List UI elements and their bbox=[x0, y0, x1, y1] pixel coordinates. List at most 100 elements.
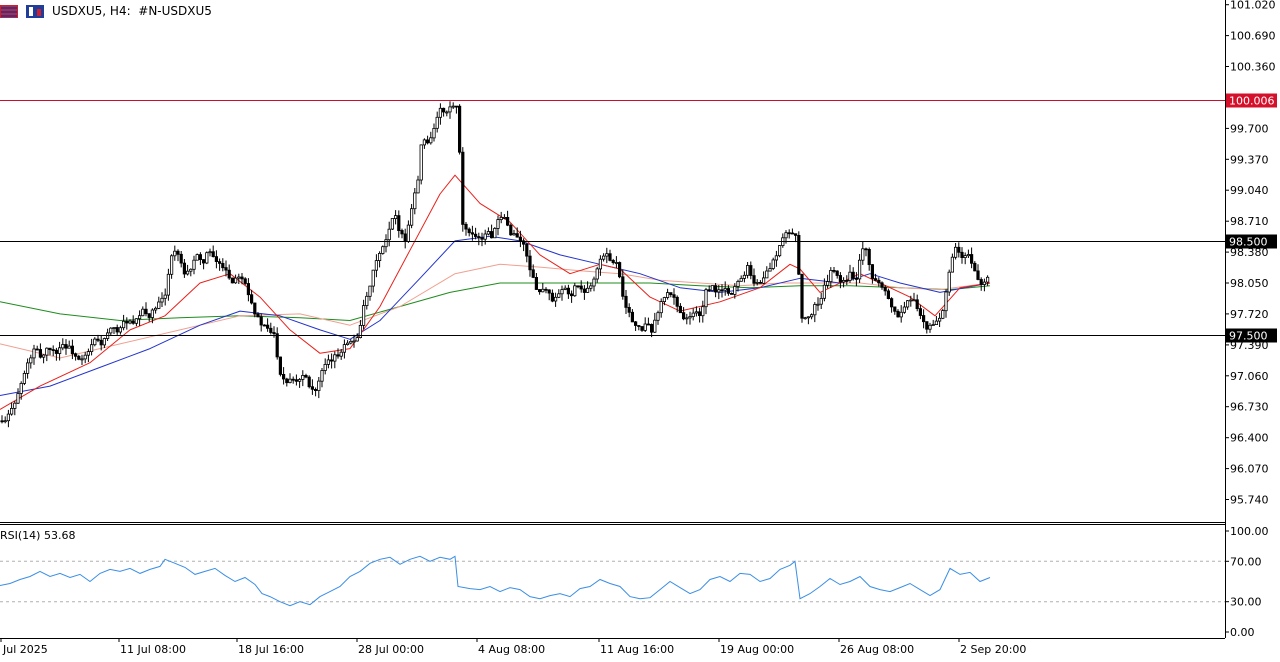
candle-body bbox=[393, 215, 398, 220]
candle-body bbox=[294, 379, 299, 382]
candle-body bbox=[387, 228, 391, 241]
rsi-tick-label: 30.00 bbox=[1230, 596, 1262, 609]
price-tick-label: 96.400 bbox=[1230, 432, 1269, 445]
candle-body bbox=[762, 277, 766, 284]
candle-body bbox=[240, 276, 244, 280]
candle-body bbox=[586, 287, 590, 293]
candle-body bbox=[538, 289, 542, 293]
chart-menu-icon[interactable] bbox=[0, 4, 18, 18]
candle-body bbox=[214, 256, 218, 263]
candle-body bbox=[886, 290, 891, 299]
candle-body bbox=[489, 231, 494, 239]
candle-body bbox=[99, 339, 103, 346]
candle-body bbox=[816, 303, 820, 306]
candle-body bbox=[435, 116, 439, 129]
candle-body bbox=[483, 233, 487, 240]
candle-body bbox=[368, 285, 372, 297]
candle-body bbox=[941, 310, 945, 319]
candle-body bbox=[736, 280, 740, 287]
trading-chart[interactable]: 100.006 98.500 97.500 RSI(14) 53.68 101.02… bbox=[0, 0, 1280, 658]
candle-body bbox=[976, 270, 980, 280]
candle-body bbox=[563, 287, 567, 290]
candle-body bbox=[374, 260, 379, 271]
candle-body bbox=[42, 354, 46, 358]
time-tick-label: 2 Sep 20:00 bbox=[960, 643, 1026, 656]
candle-body bbox=[566, 287, 571, 295]
candle-body bbox=[281, 373, 286, 380]
candle-body bbox=[163, 294, 167, 299]
candle-body bbox=[29, 357, 33, 364]
candle-body bbox=[189, 268, 193, 272]
candle-body bbox=[691, 312, 695, 318]
candle-body bbox=[822, 284, 827, 299]
candle-body bbox=[467, 228, 471, 234]
candle-body bbox=[630, 311, 635, 323]
candle-body bbox=[739, 277, 743, 282]
candle-body bbox=[893, 306, 897, 312]
candle-body bbox=[717, 289, 721, 293]
candle-body bbox=[80, 358, 84, 361]
candle-body bbox=[963, 255, 967, 259]
candle-body bbox=[518, 236, 523, 242]
candle-body bbox=[166, 273, 170, 296]
candle-body bbox=[125, 320, 129, 324]
candle-body bbox=[598, 258, 603, 270]
candle-body bbox=[195, 254, 199, 261]
time-tick-label: 28 Jul 00:00 bbox=[358, 643, 424, 656]
candle-body bbox=[176, 250, 180, 255]
candle-body bbox=[137, 315, 142, 320]
candle-body bbox=[25, 362, 30, 374]
candle-body bbox=[666, 292, 670, 298]
candle-body bbox=[32, 348, 36, 359]
candle-body bbox=[448, 106, 452, 113]
candle-body bbox=[224, 267, 228, 271]
chart-canvas[interactable]: 100.00698.50097.500 RSI(14) 53.68 101.02… bbox=[0, 0, 1280, 658]
candle-body bbox=[861, 248, 865, 261]
candle-body bbox=[160, 297, 164, 303]
candle-body bbox=[694, 311, 699, 314]
candle-body bbox=[205, 252, 209, 264]
candle-body bbox=[326, 359, 331, 365]
candle-body bbox=[733, 286, 737, 295]
candle-body bbox=[560, 289, 564, 295]
candle-body bbox=[688, 316, 692, 319]
candle-body bbox=[22, 372, 27, 384]
candle-body bbox=[9, 407, 14, 415]
candle-body bbox=[621, 276, 625, 297]
candle-body bbox=[58, 347, 62, 354]
candle-body bbox=[45, 347, 49, 356]
candle-body bbox=[182, 262, 186, 275]
price-tick-label: 99.700 bbox=[1230, 122, 1269, 135]
candle-body bbox=[848, 271, 852, 281]
candle-body bbox=[698, 311, 702, 316]
price-tick-label: 97.720 bbox=[1230, 308, 1269, 321]
candle-body bbox=[931, 324, 935, 326]
candle-body bbox=[774, 255, 779, 261]
candle-body bbox=[605, 253, 609, 257]
candle-body bbox=[701, 306, 705, 317]
candle-body bbox=[122, 320, 126, 329]
candle-body bbox=[230, 277, 234, 284]
candle-body bbox=[246, 283, 250, 296]
candle-body bbox=[67, 345, 71, 349]
candle-body bbox=[96, 338, 100, 341]
candle-body bbox=[707, 289, 711, 292]
candle-body bbox=[653, 319, 657, 333]
candle-body bbox=[227, 269, 231, 279]
candle-body bbox=[851, 271, 855, 279]
rsi-label: RSI(14) 53.68 bbox=[0, 529, 75, 542]
candle-body bbox=[61, 344, 65, 349]
chart-axes: 101.020 100.690 100.360 99.700 99.370 99.040 9… bbox=[0, 0, 1276, 656]
candlestick-icon[interactable] bbox=[26, 4, 44, 18]
candle-body bbox=[320, 370, 324, 382]
candle-body bbox=[323, 363, 327, 371]
candle-body bbox=[867, 248, 871, 265]
time-tick-label: 11 Aug 16:00 bbox=[600, 643, 674, 656]
candle-body bbox=[800, 273, 804, 319]
candle-body bbox=[307, 376, 311, 388]
candle-body bbox=[765, 270, 769, 279]
candle-body bbox=[355, 337, 359, 342]
candle-body bbox=[960, 251, 964, 259]
candle-body bbox=[611, 259, 615, 263]
candle-body bbox=[845, 279, 849, 282]
